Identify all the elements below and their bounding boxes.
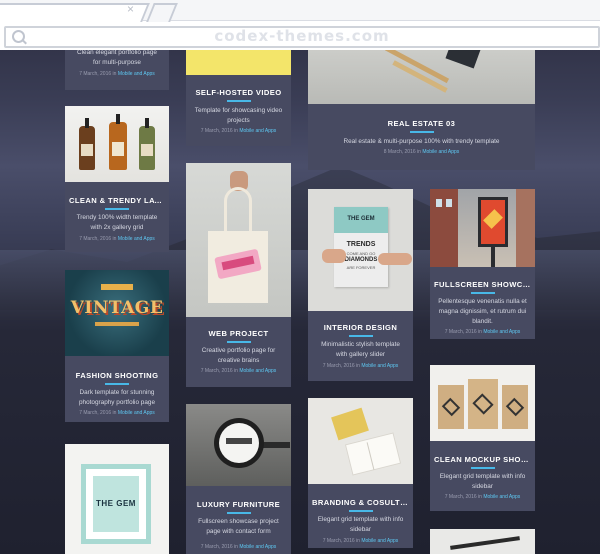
card-image-notebooks[interactable] (308, 398, 413, 484)
category-link[interactable]: Mobile and Apps (118, 410, 155, 416)
portfolio-card-bottom-right[interactable] (430, 529, 535, 554)
title-underline (348, 335, 373, 337)
title-underline (226, 512, 251, 514)
category-link[interactable]: Mobile and Apps (361, 538, 398, 544)
card-description: Template for showcasing video projects (194, 107, 283, 124)
card-meta: 7 March, 2016 in Mobile and Apps (200, 368, 277, 374)
category-link[interactable]: Mobile and Apps (239, 128, 276, 134)
category-link[interactable]: Mobile and Apps (118, 236, 155, 242)
title-underline (105, 208, 129, 210)
category-link[interactable]: Mobile and Apps (361, 363, 398, 369)
vintage-text: VINTAGE (70, 298, 164, 318)
card-title[interactable]: LUXURY FURNITURE (190, 500, 287, 509)
portfolio-card-web-project[interactable]: WEB PROJECT Creative portfolio page for … (186, 163, 291, 387)
title-underline (470, 467, 495, 469)
title-underline (348, 510, 373, 512)
card-title[interactable]: INTERIOR DESIGN (312, 323, 409, 332)
card-title[interactable]: BRANDING & COSULTIN.. (312, 498, 409, 507)
portfolio-card-fullscreen-showcase[interactable]: FULLSCREEN SHOWCA... Pellentesque venena… (430, 189, 535, 339)
card-description: Creative portfolio page for creative bra… (201, 347, 276, 364)
book-line-1: TRENDS (346, 241, 376, 248)
card-title[interactable]: SELF-HOSTED VIDEO (190, 88, 287, 97)
category-link[interactable]: Mobile and Apps (483, 329, 520, 335)
url-text[interactable]: codex-themes.com (6, 27, 598, 45)
card-meta: 8 March, 2016 in Mobile and Apps (383, 149, 460, 155)
portfolio-card-luxury-furniture[interactable]: LUXURY FURNITURE Fullscreen showcase pro… (186, 404, 291, 554)
book-line-4: ARE FOREVER (346, 265, 376, 270)
card-meta: 7 March, 2016 in Mobile and Apps (200, 128, 277, 134)
card-description: Elegant grid template with info sidebar (439, 473, 526, 490)
card-image-billboard[interactable] (430, 189, 535, 267)
card-description: Pellentesque venenatis nulla et magna di… (438, 298, 527, 325)
portfolio-card-thegem-frame[interactable]: THE GEM (65, 444, 169, 554)
card-title[interactable]: WEB PROJECT (190, 329, 287, 338)
card-meta: 7 March, 2016 in Mobile and Apps (79, 236, 155, 242)
card-meta: 7 March, 2016 in Mobile and Apps (322, 538, 399, 544)
title-underline (470, 292, 495, 294)
title-underline (226, 100, 251, 102)
card-image-paper-bags[interactable] (430, 365, 535, 441)
card-title[interactable]: CLEAN MOCKUP SHOW... (434, 455, 531, 464)
card-meta: 7 March, 2016 in Mobile and Apps (200, 544, 277, 550)
category-link[interactable]: Mobile and Apps (422, 149, 459, 155)
portfolio-card-clean-trendy[interactable]: CLEAN & TRENDY LAYO... Trendy 100% width… (65, 106, 169, 252)
card-description: Minimalistic stylish template with galle… (321, 341, 400, 358)
tab-strip: × (0, 0, 600, 22)
portfolio-card-self-hosted-video[interactable]: SELF-HOSTED VIDEO Template for showcasin… (186, 40, 291, 146)
new-tab-button[interactable] (146, 3, 178, 22)
address-bar[interactable]: codex-themes.com (4, 26, 600, 48)
card-title[interactable]: FASHION SHOOTING (69, 371, 165, 380)
card-meta: 7 March, 2016 in Mobile and Apps (444, 494, 521, 500)
title-underline (409, 131, 434, 133)
card-title[interactable]: CLEAN & TRENDY LAYO... (69, 196, 165, 205)
card-image-bottles[interactable] (65, 106, 169, 182)
card-title[interactable]: REAL ESTATE 03 (312, 119, 531, 128)
card-title[interactable]: FULLSCREEN SHOWCA... (434, 280, 531, 289)
card-image-shop-sign[interactable] (186, 404, 291, 486)
card-description: Trendy 100% width template with 2x galle… (76, 214, 158, 231)
category-link[interactable]: Mobile and Apps (239, 544, 276, 550)
card-meta: 7 March, 2016 in Mobile and Apps (322, 363, 399, 369)
portfolio-card-interior-design[interactable]: THE GEM TRENDS COME AND GO DIAMONDS ARE … (308, 189, 413, 381)
card-description: Dark template for stunning photography p… (78, 389, 156, 406)
book-brand: THE GEM (347, 216, 375, 222)
card-image-tote-bag[interactable] (186, 163, 291, 317)
portfolio-card-branding[interactable]: BRANDING & COSULTIN.. Elegant grid templ… (308, 398, 413, 548)
card-description: Real estate & multi-purpose 100% with tr… (343, 138, 500, 145)
category-link[interactable]: Mobile and Apps (483, 494, 520, 500)
card-description: Elegant grid template with info sidebar (317, 516, 404, 533)
portfolio-card-fashion-shooting[interactable]: VINTAGE FASHION SHOOTING Dark template f… (65, 270, 169, 422)
card-meta: 7 March, 2016 in Mobile and Apps (444, 329, 521, 335)
portfolio-card-clean-mockup[interactable]: CLEAN MOCKUP SHOW... Elegant grid templa… (430, 365, 535, 511)
category-link[interactable]: Mobile and Apps (239, 368, 276, 374)
brand-logo-text: THE GEM (96, 499, 136, 508)
browser-chrome: × codex-themes.com (0, 0, 600, 50)
card-meta: 7 March, 2016 in Mobile and Apps (79, 71, 155, 77)
card-image-vintage[interactable]: VINTAGE (65, 270, 169, 356)
card-image-book[interactable]: THE GEM TRENDS COME AND GO DIAMONDS ARE … (308, 189, 413, 311)
card-description: Fullscreen showcase project page with co… (198, 518, 279, 535)
portfolio-card-real-estate[interactable]: REAL ESTATE 03 Real estate & multi-purpo… (308, 40, 535, 170)
close-icon[interactable]: × (127, 2, 134, 16)
card-description: Clean elegant portfolio page for multi-p… (77, 49, 157, 66)
title-underline (226, 341, 251, 343)
card-meta: 7 March, 2016 in Mobile and Apps (79, 410, 155, 416)
category-link[interactable]: Mobile and Apps (118, 71, 155, 77)
title-underline (105, 383, 129, 385)
